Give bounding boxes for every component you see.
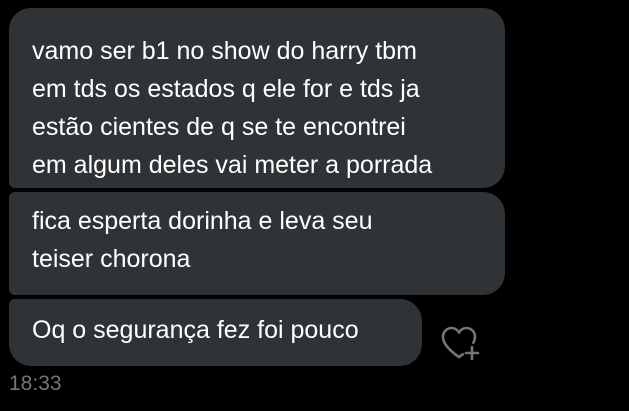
message-text-line: Oq o segurança fez foi pouco: [32, 316, 359, 344]
message-text-line: estão cientes de q se te encontrei: [32, 113, 406, 141]
message-bubble-1[interactable]: vamo ser b1 no show do harry tbm em tds …: [9, 8, 505, 188]
message-text-line: fica esperta dorinha e leva seu: [32, 207, 373, 235]
heart-plus-icon: [441, 326, 480, 361]
message-timestamp: 18:33: [9, 372, 62, 395]
message-bubble-2[interactable]: fica esperta dorinha e leva seu teiser c…: [9, 192, 505, 295]
add-reaction-button[interactable]: [439, 323, 483, 363]
message-text-line: em algum deles vai meter a porrada: [32, 151, 433, 179]
message-text-line: teiser chorona: [32, 245, 191, 273]
message-text-line: vamo ser b1 no show do harry tbm: [32, 37, 417, 65]
message-bubble-3[interactable]: Oq o segurança fez foi pouco: [9, 299, 422, 366]
message-text-line: em tds os estados q ele for e tds ja: [32, 75, 420, 103]
